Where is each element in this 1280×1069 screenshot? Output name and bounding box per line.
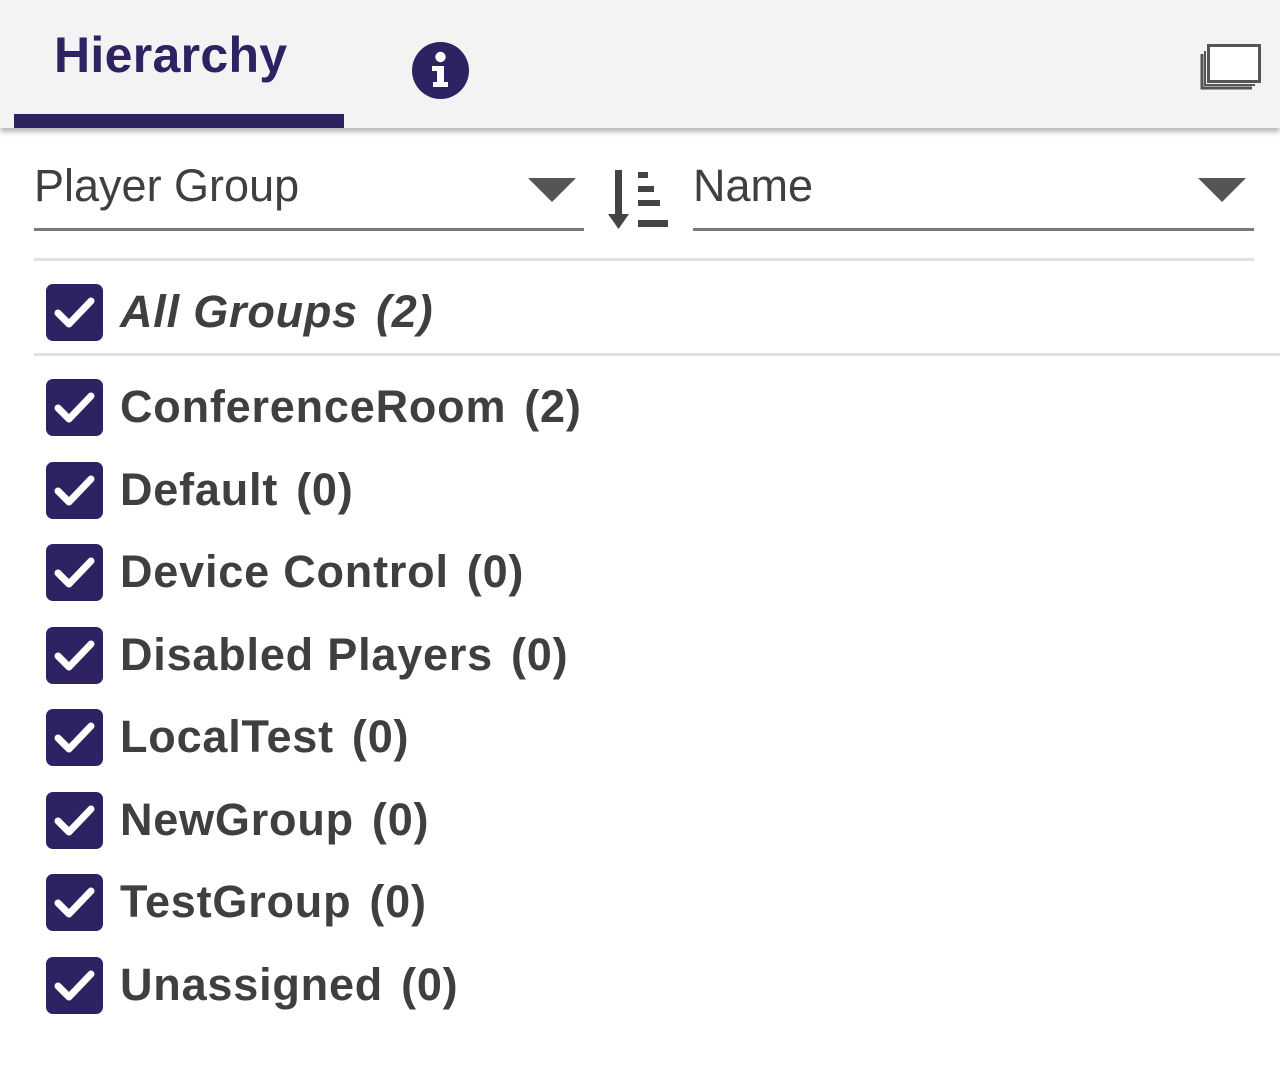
group-row-testgroup[interactable]: TestGroup (0): [46, 872, 427, 932]
group-label: Disabled Players (0): [120, 629, 568, 681]
checkmark-icon: [54, 640, 95, 670]
group-count: (0): [296, 464, 354, 515]
checkbox-all-groups[interactable]: [46, 283, 103, 341]
group-row-localtest[interactable]: LocalTest (0): [46, 707, 409, 767]
group-name: Default: [120, 464, 279, 515]
all-groups-count: (2): [376, 286, 434, 337]
tab-hierarchy-label: Hierarchy: [54, 27, 288, 83]
group-count: (0): [511, 629, 569, 680]
group-label: ConferenceRoom (2): [120, 381, 582, 433]
group-count: (0): [466, 546, 525, 597]
info-icon[interactable]: [412, 42, 469, 99]
group-row-unassigned[interactable]: Unassigned (0): [46, 955, 458, 1015]
group-count: (0): [401, 959, 459, 1010]
group-label: Unassigned (0): [120, 959, 458, 1011]
group-name: Device Control: [120, 546, 449, 597]
checkmark-icon: [54, 970, 95, 1000]
checkbox[interactable]: [46, 791, 103, 849]
group-by-value: Player Group: [34, 160, 300, 211]
checkbox[interactable]: [46, 873, 103, 931]
controls-bar: Player Group Name: [0, 140, 1280, 240]
group-name: NewGroup: [120, 794, 354, 845]
sort-by-value: Name: [693, 160, 814, 211]
checkmark-icon: [54, 392, 95, 422]
checkmark-icon: [54, 557, 95, 587]
group-count: (0): [371, 794, 430, 845]
group-row-newgroup[interactable]: NewGroup (0): [46, 790, 429, 850]
sort-ascending-icon[interactable]: [608, 168, 670, 232]
chevron-down-icon: [528, 178, 576, 202]
checkbox[interactable]: [46, 708, 103, 766]
checkmark-icon: [54, 475, 95, 505]
group-name: Unassigned: [120, 959, 384, 1010]
all-groups-label: All Groups (2): [120, 286, 433, 338]
divider: [34, 353, 1280, 356]
checkmark-icon: [54, 887, 95, 917]
group-label: Device Control (0): [120, 546, 524, 598]
group-row-conferenceroom[interactable]: ConferenceRoom (2): [46, 377, 582, 437]
group-label: TestGroup (0): [120, 876, 427, 928]
all-groups-row[interactable]: All Groups (2): [46, 282, 433, 342]
group-label: Default (0): [120, 464, 354, 516]
checkbox[interactable]: [46, 543, 103, 601]
group-row-device-control[interactable]: Device Control (0): [46, 542, 524, 602]
checkmark-icon: [54, 297, 95, 327]
panel-header: Hierarchy: [0, 0, 1280, 128]
window-icon[interactable]: [1200, 44, 1262, 90]
group-row-disabled-players[interactable]: Disabled Players (0): [46, 625, 568, 685]
checkbox[interactable]: [46, 956, 103, 1014]
checkmark-icon: [54, 722, 95, 752]
group-label: LocalTest (0): [120, 711, 409, 763]
checkbox[interactable]: [46, 378, 103, 436]
checkmark-icon: [54, 805, 95, 835]
group-row-default[interactable]: Default (0): [46, 460, 354, 520]
divider: [34, 258, 1254, 261]
group-count: (0): [369, 876, 427, 927]
group-name: ConferenceRoom: [120, 381, 507, 432]
group-name: Disabled Players: [120, 629, 493, 680]
group-name: LocalTest: [120, 711, 334, 762]
group-count: (0): [351, 711, 410, 762]
checkbox[interactable]: [46, 626, 103, 684]
chevron-down-icon: [1198, 178, 1246, 202]
all-groups-name: All Groups: [120, 286, 359, 337]
checkbox[interactable]: [46, 461, 103, 519]
tab-hierarchy[interactable]: Hierarchy: [14, 0, 344, 128]
group-by-select[interactable]: Player Group: [34, 158, 584, 231]
group-name: TestGroup: [120, 876, 352, 927]
group-count: (2): [524, 381, 582, 432]
active-tab-indicator: [14, 114, 344, 128]
group-label: NewGroup (0): [120, 794, 429, 846]
sort-by-select[interactable]: Name: [693, 158, 1254, 231]
